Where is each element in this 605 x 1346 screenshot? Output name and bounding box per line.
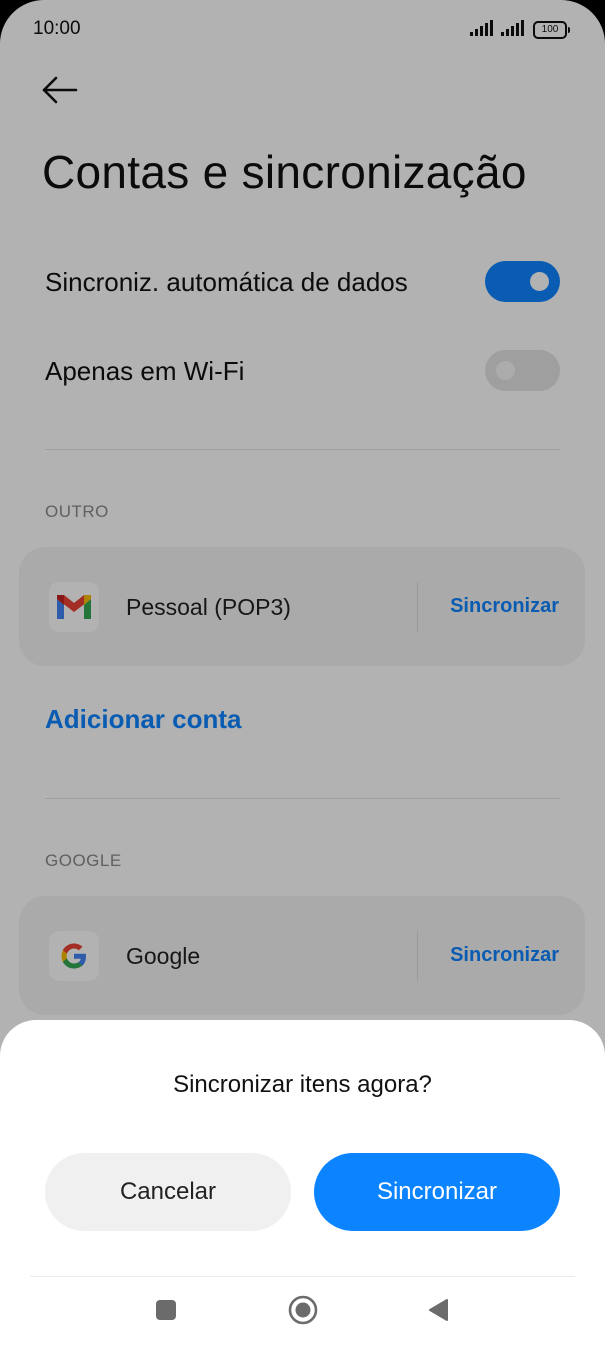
home-icon[interactable] [283, 1290, 323, 1330]
confirm-sync-button[interactable]: Sincronizar [314, 1153, 560, 1231]
phone-screen: 10:00 100 Contas e sincronização Sincron… [0, 0, 605, 1346]
cancel-button[interactable]: Cancelar [45, 1153, 291, 1231]
sync-dialog-sheet: Sincronizar itens agora? Cancelar Sincro… [0, 1020, 605, 1346]
navbar-divider [30, 1276, 575, 1277]
back-icon[interactable] [418, 1290, 458, 1330]
dialog-title: Sincronizar itens agora? [173, 1071, 432, 1098]
recent-apps-icon[interactable] [146, 1290, 186, 1330]
